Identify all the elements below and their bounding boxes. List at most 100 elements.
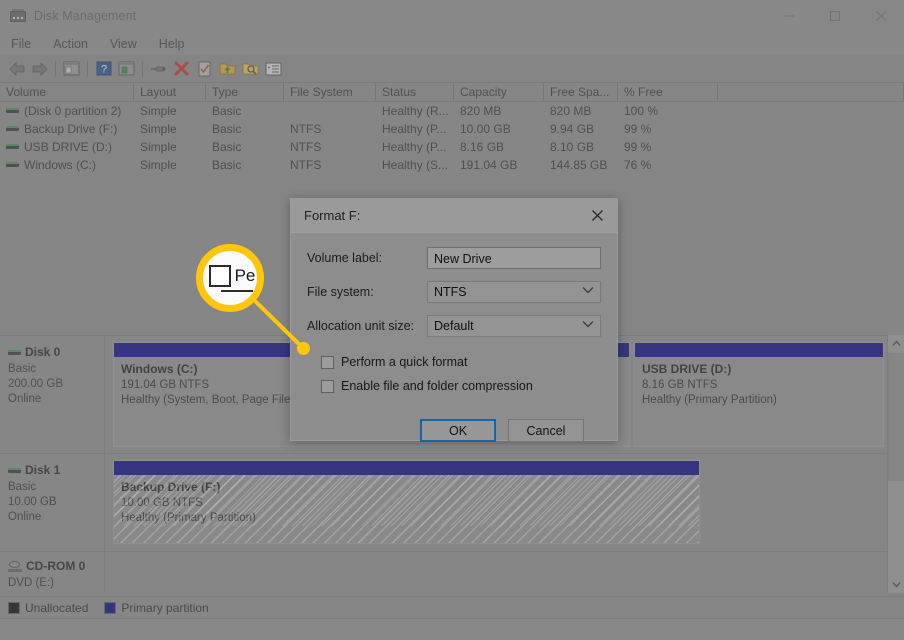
partition-color-bar <box>114 461 699 475</box>
properties-icon[interactable] <box>193 58 216 80</box>
file-system-select[interactable]: NTFS <box>427 281 601 303</box>
help-icon[interactable]: ? <box>92 58 115 80</box>
file-system-value: NTFS <box>434 283 467 301</box>
partition-size: 10.00 GB NTFS <box>121 496 692 511</box>
callout-endpoint-dot <box>297 342 310 355</box>
enable-file-and-folder-compression-checkbox[interactable] <box>321 380 334 393</box>
legend-label-primary-partition: Primary partition <box>121 601 208 615</box>
volume-icon <box>6 126 19 131</box>
magnified-checkbox-icon <box>209 265 231 287</box>
cell-type: Basic <box>206 158 284 172</box>
delete-icon[interactable] <box>170 58 193 80</box>
callout-magnifier: Pe <box>196 244 264 312</box>
chevron-down-icon <box>582 317 594 335</box>
partition-usb-drive-d[interactable]: USB DRIVE (D:) 8.16 GB NTFS Healthy (Pri… <box>634 342 884 447</box>
enable-compression-row[interactable]: Enable file and folder compression <box>321 379 601 393</box>
column-header-percent-free[interactable]: % Free <box>618 83 718 101</box>
disk-type-2: DVD (E:) <box>8 576 104 591</box>
vertical-scrollbar[interactable] <box>887 335 904 593</box>
disk-type-0: Basic <box>8 362 104 377</box>
column-header-free-space[interactable]: Free Spa... <box>544 83 618 101</box>
close-button[interactable] <box>858 0 904 32</box>
column-header-file-system[interactable]: File System <box>284 83 376 101</box>
cell-volume-text: (Disk 0 partition 2) <box>24 104 121 118</box>
cell-percent-free: 99 % <box>618 122 718 136</box>
format-dialog-title-bar: Format F: <box>291 199 617 233</box>
toolbar-separator-2 <box>83 58 92 80</box>
disk-info-2[interactable]: CD-ROM 0 DVD (E:) <box>0 552 105 593</box>
disk-row-1[interactable]: Disk 1 Basic 10.00 GB Online Backup Driv… <box>0 454 904 552</box>
column-header-status[interactable]: Status <box>376 83 454 101</box>
perform-a-quick-format-label: Perform a quick format <box>341 355 467 369</box>
toolbar-separator-1 <box>51 58 60 80</box>
disk-name-2: CD-ROM 0 <box>26 559 85 573</box>
volume-label-input[interactable]: New Drive <box>427 247 601 269</box>
explore-icon[interactable] <box>239 58 262 80</box>
table-row[interactable]: Windows (C:) Simple Basic NTFS Healthy (… <box>0 156 904 174</box>
column-header-volume[interactable]: Volume <box>0 83 134 101</box>
perform-a-quick-format-checkbox[interactable] <box>321 356 334 369</box>
menu-item-view[interactable]: View <box>99 35 148 53</box>
cell-free-space: 144.85 GB <box>544 158 618 172</box>
column-header-layout[interactable]: Layout <box>134 83 206 101</box>
legend-item-primary-partition: Primary partition <box>104 601 208 615</box>
disk-row-2[interactable]: CD-ROM 0 DVD (E:) <box>0 552 904 593</box>
enable-file-and-folder-compression-label: Enable file and folder compression <box>341 379 533 393</box>
forward-icon[interactable] <box>28 58 51 80</box>
new-volume-icon[interactable] <box>216 58 239 80</box>
disk-size-0: 200.00 GB <box>8 377 104 392</box>
cell-type: Basic <box>206 122 284 136</box>
cell-capacity: 191.04 GB <box>454 158 544 172</box>
volume-icon <box>6 144 19 149</box>
cell-status: Healthy (P... <box>376 140 454 154</box>
menu-item-action[interactable]: Action <box>42 35 99 53</box>
cell-layout: Simple <box>134 140 206 154</box>
menu-item-file[interactable]: File <box>0 35 42 53</box>
table-row[interactable]: USB DRIVE (D:) Simple Basic NTFS Healthy… <box>0 138 904 156</box>
table-row[interactable]: (Disk 0 partition 2) Simple Basic Health… <box>0 102 904 120</box>
allocation-unit-size-select[interactable]: Default <box>427 315 601 337</box>
format-dialog[interactable]: Format F: Volume label: New Drive File s… <box>290 198 618 441</box>
scroll-down-arrow-icon[interactable] <box>888 576 904 593</box>
partition-name: USB DRIVE (D:) <box>642 362 876 376</box>
close-icon[interactable] <box>577 199 617 232</box>
disk-partitions-1: Backup Drive (F:) 10.00 GB NTFS Healthy … <box>105 454 904 551</box>
volume-icon <box>6 162 19 167</box>
label-allocation-unit-size: Allocation unit size: <box>307 319 427 333</box>
disk-name-0: Disk 0 <box>25 345 60 359</box>
scroll-up-arrow-icon[interactable] <box>888 335 904 352</box>
cell-layout: Simple <box>134 122 206 136</box>
toolbar: ? <box>0 55 904 83</box>
properties-window-icon[interactable] <box>115 58 138 80</box>
partition-backup-drive-f[interactable]: Backup Drive (F:) 10.00 GB NTFS Healthy … <box>113 460 700 544</box>
rescan-disks-icon[interactable] <box>147 58 170 80</box>
menu-item-help[interactable]: Help <box>148 35 196 53</box>
scrollbar-thumb[interactable] <box>888 353 904 481</box>
disk-info-0[interactable]: Disk 0 Basic 200.00 GB Online <box>0 336 105 453</box>
field-volume-label: Volume label: New Drive <box>307 247 601 269</box>
column-header-capacity[interactable]: Capacity <box>454 83 544 101</box>
format-dialog-body: Volume label: New Drive File system: NTF… <box>291 233 617 442</box>
cell-status: Healthy (R... <box>376 104 454 118</box>
disk-info-1[interactable]: Disk 1 Basic 10.00 GB Online <box>0 454 105 551</box>
window-title: Disk Management <box>34 9 136 23</box>
magnified-label: Pe <box>235 266 256 286</box>
ok-button[interactable]: OK <box>420 419 496 442</box>
maximize-button[interactable] <box>812 0 858 32</box>
menu-bar: File Action View Help <box>0 32 904 55</box>
partition-color-bar <box>635 343 883 357</box>
legend-label-unallocated: Unallocated <box>25 601 88 615</box>
column-header-type[interactable]: Type <box>206 83 284 101</box>
window-controls <box>766 0 904 32</box>
list-view-icon[interactable] <box>262 58 285 80</box>
minimize-button[interactable] <box>766 0 812 32</box>
partition-status: Healthy (Primary Partition) <box>121 511 692 526</box>
back-icon[interactable] <box>5 58 28 80</box>
perform-a-quick-format-row[interactable]: Perform a quick format <box>321 355 601 369</box>
cancel-button[interactable]: Cancel <box>508 419 584 442</box>
table-row[interactable]: Backup Drive (F:) Simple Basic NTFS Heal… <box>0 120 904 138</box>
disk-state-1: Online <box>8 510 104 525</box>
show-hide-console-tree-icon[interactable] <box>60 58 83 80</box>
label-file-system: File system: <box>307 285 427 299</box>
column-header-blank[interactable] <box>718 83 904 101</box>
